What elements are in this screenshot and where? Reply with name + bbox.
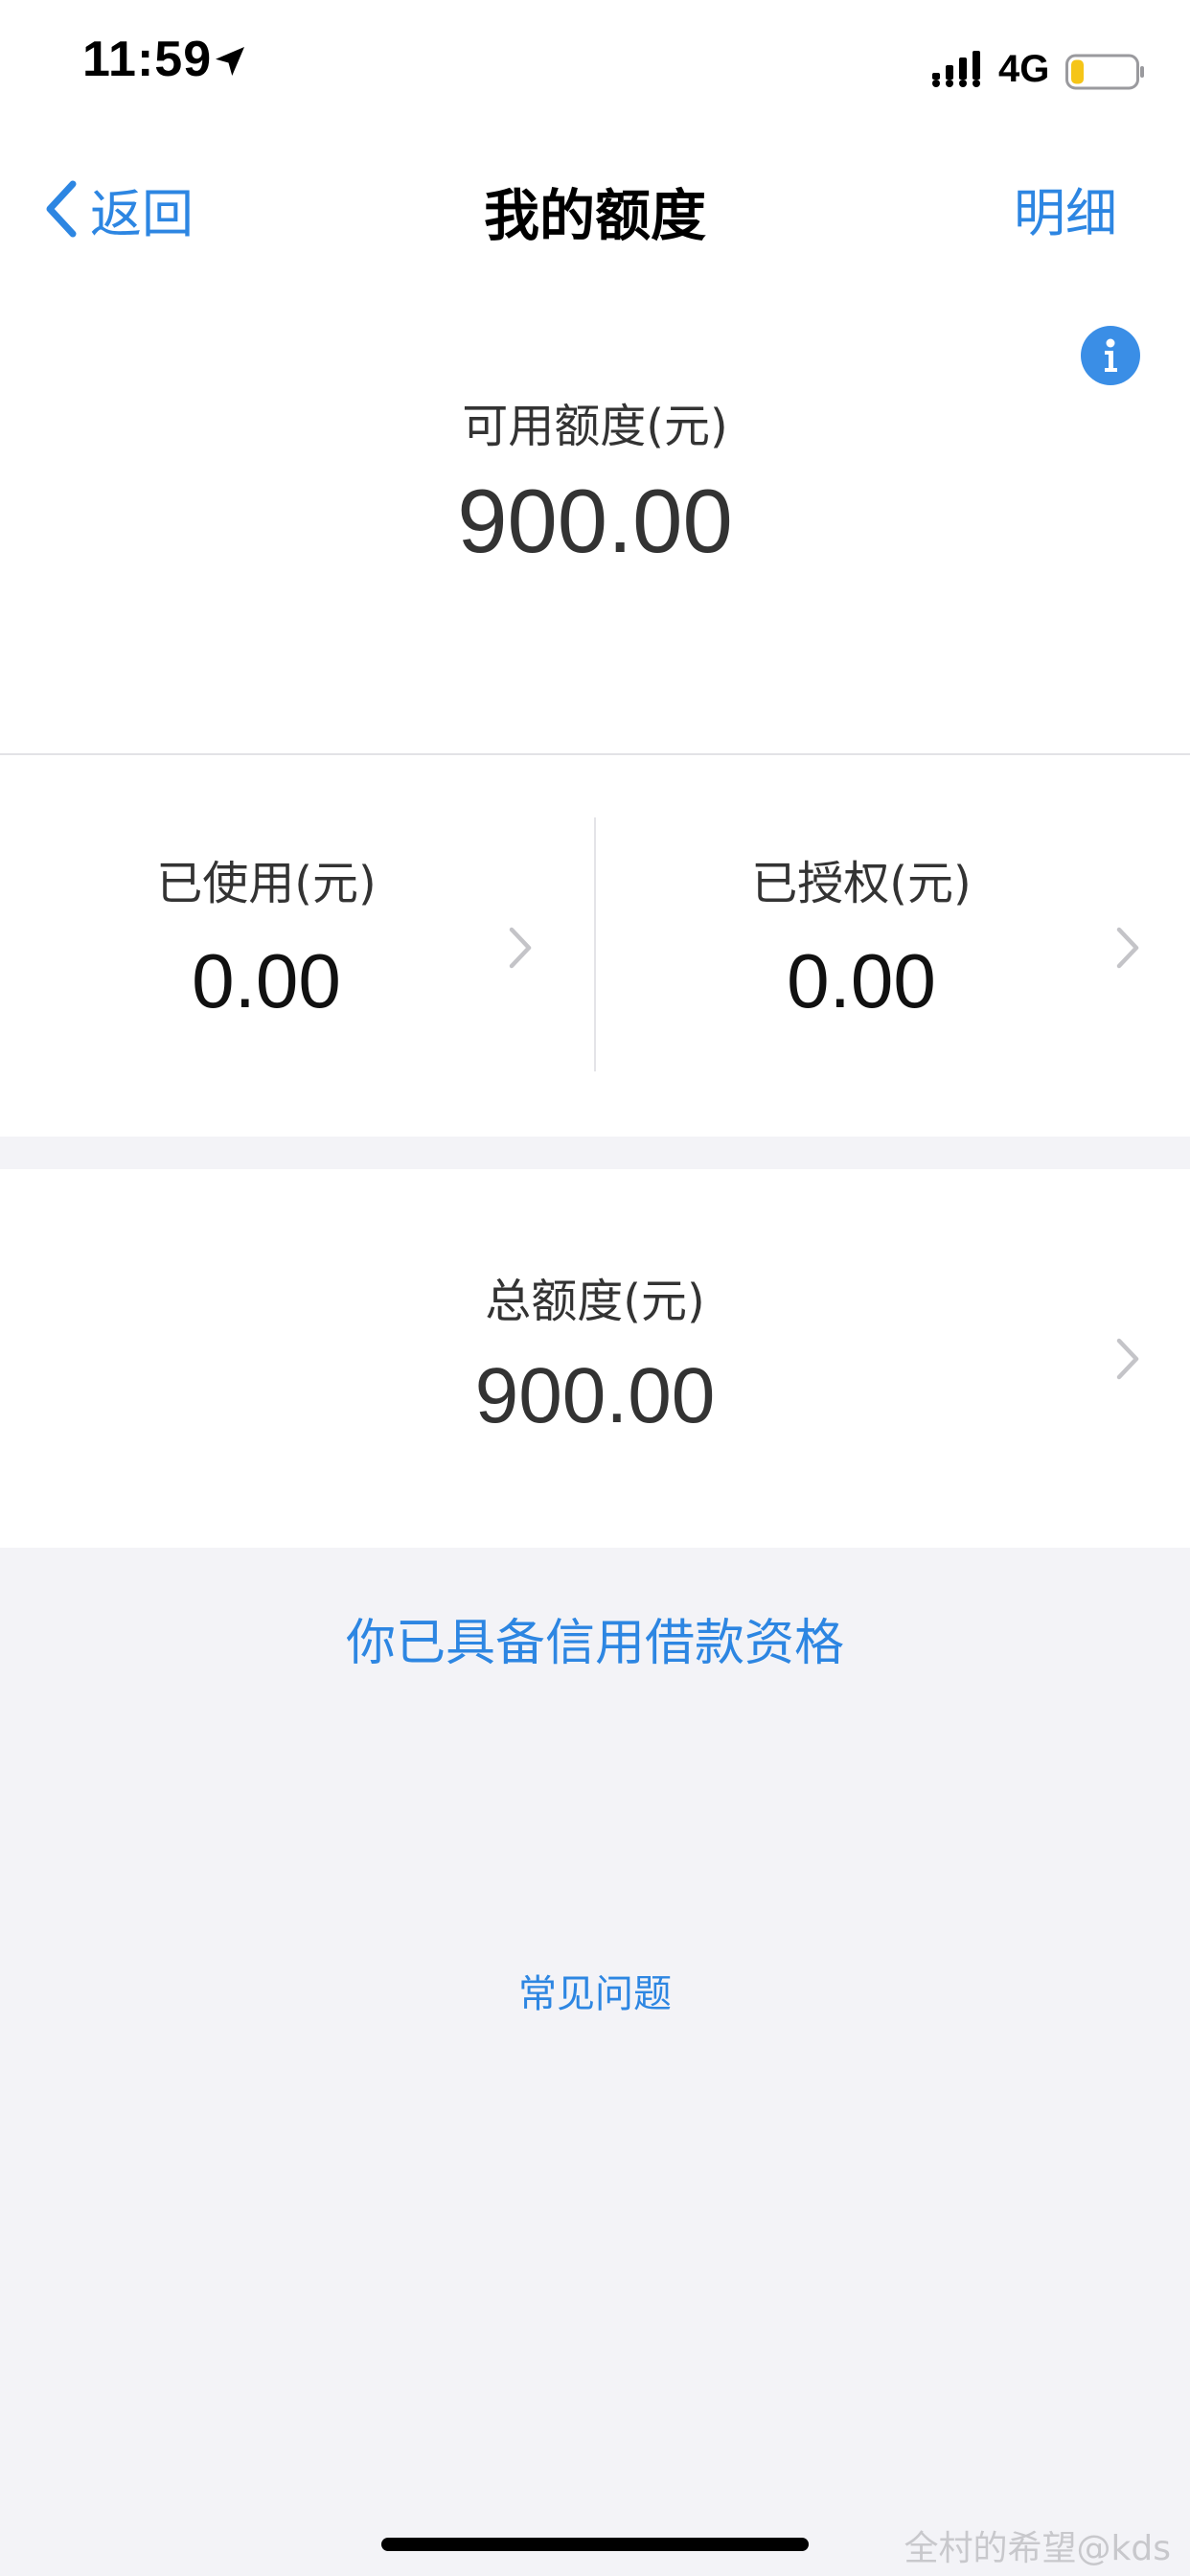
cellular-signal-icon <box>932 51 980 87</box>
total-credit-label: 总额度(元) <box>485 1275 705 1328</box>
available-credit-panel: 可用额度(元) 900.00 <box>0 278 1190 753</box>
chevron-right-icon <box>1116 1338 1139 1380</box>
used-credit-item[interactable]: 已使用(元) 0.00 <box>0 755 595 1137</box>
authorized-credit-value: 0.00 <box>787 938 936 1024</box>
chevron-right-icon <box>509 927 532 969</box>
total-credit-value: 900.00 <box>474 1352 716 1439</box>
location-arrow-icon <box>216 47 244 76</box>
network-type-label: 4G <box>998 48 1050 90</box>
used-credit-label: 已使用(元) <box>156 857 377 910</box>
navigation-bar: 返回 我的额度 明细 <box>0 134 1190 278</box>
authorized-credit-item[interactable]: 已授权(元) 0.00 <box>595 755 1190 1137</box>
battery-icon <box>1065 54 1144 90</box>
status-bar: 11:59 4G <box>0 0 1190 134</box>
faq-link[interactable]: 常见问题 <box>0 1963 1190 2018</box>
status-time: 11:59 <box>82 32 213 87</box>
home-indicator[interactable] <box>381 2538 809 2551</box>
info-icon[interactable] <box>1081 326 1140 385</box>
page-title: 我的额度 <box>483 183 706 248</box>
battery-level-fill <box>1071 59 1084 84</box>
usage-panel: 已使用(元) 0.00 已授权(元) 0.00 <box>0 755 1190 1137</box>
available-credit-label: 可用额度(元) <box>462 400 728 453</box>
authorized-credit-label: 已授权(元) <box>751 857 972 910</box>
credit-limit-screen: 11:59 4G 返回 我的额度 明细 可用额度(元) 900.00 已使用(元… <box>0 0 1190 2576</box>
used-credit-value: 0.00 <box>192 938 341 1024</box>
eligibility-message: 你已具备信用借款资格 <box>345 1615 844 1672</box>
chevron-right-icon <box>1116 927 1139 969</box>
available-credit-value: 900.00 <box>457 471 733 571</box>
watermark: 全村的希望@kds <box>904 2529 1171 2568</box>
total-credit-panel[interactable]: 总额度(元) 900.00 <box>0 1169 1190 1548</box>
detail-button[interactable]: 明细 <box>1014 171 1117 246</box>
